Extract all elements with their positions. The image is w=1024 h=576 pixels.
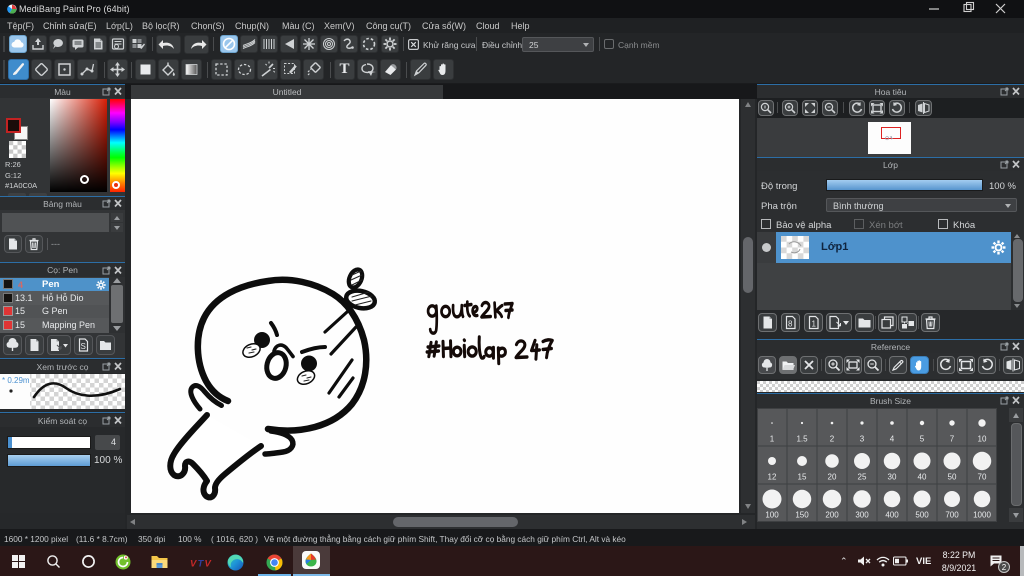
svg-text:1: 1 <box>812 320 817 329</box>
svg-text:100: 100 <box>765 511 779 520</box>
svg-text:700: 700 <box>945 511 959 520</box>
svg-text:5: 5 <box>920 435 925 444</box>
svg-text:S: S <box>81 342 86 351</box>
svg-text:12: 12 <box>768 473 777 482</box>
svg-text:500: 500 <box>915 511 929 520</box>
svg-text:3: 3 <box>860 435 865 444</box>
svg-text:V: V <box>190 559 197 569</box>
svg-text:150: 150 <box>795 511 809 520</box>
svg-text:* 0.29m: * 0.29m <box>2 376 30 385</box>
svg-text:50: 50 <box>948 473 957 482</box>
svg-text:200: 200 <box>825 511 839 520</box>
svg-text:15: 15 <box>798 473 807 482</box>
svg-text:1.5: 1.5 <box>796 435 808 444</box>
svg-text:40: 40 <box>918 473 927 482</box>
svg-text:4: 4 <box>890 435 895 444</box>
svg-text:10: 10 <box>978 435 987 444</box>
svg-text:2: 2 <box>830 435 835 444</box>
svg-text:8: 8 <box>788 320 793 329</box>
svg-text:70: 70 <box>978 473 987 482</box>
svg-text:1: 1 <box>770 435 775 444</box>
svg-text:V: V <box>205 559 212 569</box>
svg-text:25: 25 <box>858 473 867 482</box>
svg-text:30: 30 <box>888 473 897 482</box>
svg-text:1000: 1000 <box>973 511 991 520</box>
svg-text:300: 300 <box>855 511 869 520</box>
svg-text:7: 7 <box>950 435 955 444</box>
svg-text:T: T <box>198 559 205 569</box>
svg-text:400: 400 <box>885 511 899 520</box>
svg-text:20: 20 <box>828 473 837 482</box>
